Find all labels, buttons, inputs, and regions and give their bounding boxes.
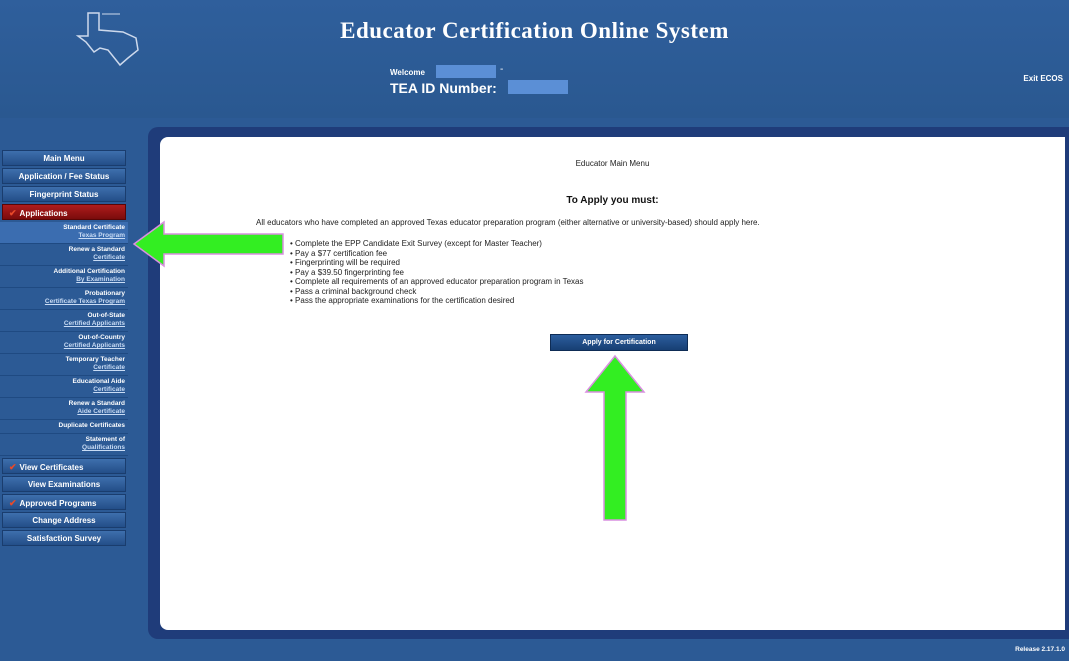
release-version: Release 2.17.1.0	[1015, 646, 1065, 653]
list-item: Fingerprinting will be required	[290, 258, 584, 268]
welcome-separator: -	[500, 64, 504, 75]
nav-view-examinations[interactable]: View Examinations	[2, 476, 126, 492]
sub-item-line1: Out-of-State	[87, 312, 125, 319]
sub-item-line2: Certified Applicants	[63, 342, 125, 349]
nav-application-fee-status[interactable]: Application / Fee Status	[2, 168, 126, 184]
nav-applications-label: Applications	[19, 209, 68, 218]
sidebar-item-probationary[interactable]: Probationary Certificate Texas Program	[0, 288, 128, 310]
sidebar-item-renew-standard[interactable]: Renew a Standard Certificate	[0, 244, 128, 266]
sub-item-line1: Duplicate Certificates	[58, 422, 125, 429]
nav-label: Approved Programs	[19, 499, 97, 508]
sidebar-item-standard-certificate[interactable]: Standard Certificate Texas Program	[0, 222, 128, 244]
sub-item-line2: Certified Applicants	[63, 320, 125, 327]
sub-item-line1: Out-of-Country	[78, 334, 125, 341]
sidebar-item-educational-aide[interactable]: Educational Aide Certificate	[0, 376, 128, 398]
nav-view-certificates[interactable]: ✔ View Certificates	[2, 458, 126, 474]
list-item: Pay a $39.50 fingerprinting fee	[290, 268, 584, 278]
page-title: Educator Main Menu	[575, 159, 650, 168]
sub-item-line1: Renew a Standard	[68, 400, 125, 407]
apply-for-certification-button[interactable]: Apply for Certification	[550, 334, 688, 351]
nav-change-address[interactable]: Change Address	[2, 512, 126, 528]
content-panel: Educator Main Menu To Apply you must: Al…	[160, 137, 1065, 630]
sidebar-item-renew-aide[interactable]: Renew a Standard Aide Certificate	[0, 398, 128, 420]
sub-item-line1: Educational Aide	[72, 378, 126, 385]
sub-item-line2: Aide Certificate	[77, 408, 125, 415]
tea-id-redacted	[508, 80, 568, 94]
tea-id-label: TEA ID Number:	[390, 80, 497, 96]
sub-item-line1: Probationary	[84, 290, 125, 297]
header: Educator Certification Online System Wel…	[0, 0, 1069, 118]
sub-item-line2: Certificate	[93, 254, 125, 261]
sidebar-item-duplicate-certificates[interactable]: Duplicate Certificates	[0, 420, 128, 434]
list-item: Complete all requirements of an approved…	[290, 277, 583, 287]
list-item: Complete the EPP Candidate Exit Survey (…	[290, 239, 584, 249]
sidebar-item-statement-of-qualifications[interactable]: Statement of Qualifications	[0, 434, 128, 456]
nav-label: View Certificates	[19, 463, 84, 472]
sidebar-item-out-of-country[interactable]: Out-of-Country Certified Applicants	[0, 332, 128, 354]
checkmark-icon: ✔	[9, 498, 17, 508]
checkmark-icon: ✔	[9, 208, 17, 218]
list-item: Pay a $77 certification fee	[290, 249, 584, 259]
requirements-list: Complete the EPP Candidate Exit Survey (…	[290, 239, 584, 306]
sub-item-line2: By Examination	[76, 276, 125, 283]
sidebar-item-temporary-teacher[interactable]: Temporary Teacher Certificate	[0, 354, 128, 376]
sub-item-line2: Texas Program	[78, 232, 125, 239]
welcome-label: Welcome	[390, 68, 425, 77]
sidebar-item-additional-certification[interactable]: Additional Certification By Examination	[0, 266, 128, 288]
list-item: Pass the appropriate examinations for th…	[290, 296, 584, 306]
checkmark-icon: ✔	[9, 462, 17, 472]
nav-main-menu[interactable]: Main Menu	[2, 150, 126, 166]
system-title: Educator Certification Online System	[340, 18, 729, 43]
sub-item-line1: Temporary Teacher	[65, 356, 125, 363]
nav-fingerprint-status[interactable]: Fingerprint Status	[2, 186, 126, 202]
sub-item-line1: Renew a Standard	[68, 246, 125, 253]
sub-item-line1: Standard Certificate	[63, 224, 125, 231]
exit-ecos-link[interactable]: Exit ECOS	[1023, 74, 1063, 83]
sub-item-line2: Qualifications	[82, 444, 125, 451]
nav-approved-programs[interactable]: ✔ Approved Programs	[2, 494, 126, 510]
sidebar-item-out-of-state[interactable]: Out-of-State Certified Applicants	[0, 310, 128, 332]
apply-heading: To Apply you must:	[566, 195, 659, 206]
welcome-name-redacted	[436, 65, 496, 78]
sub-item-line1: Statement of	[85, 436, 125, 443]
nav-satisfaction-survey[interactable]: Satisfaction Survey	[2, 530, 126, 546]
sub-item-line2: Certificate	[93, 364, 125, 371]
sub-item-line2: Certificate	[93, 386, 125, 393]
nav-applications[interactable]: ✔ Applications	[2, 204, 126, 220]
sub-item-line1: Additional Certification	[53, 268, 126, 275]
intro-text: All educators who have completed an appr…	[256, 218, 760, 227]
sub-item-line2: Certificate Texas Program	[44, 298, 125, 305]
sidebar-nav: Main Menu Application / Fee Status Finge…	[0, 150, 128, 548]
list-item: Pass a criminal background check	[290, 287, 584, 297]
